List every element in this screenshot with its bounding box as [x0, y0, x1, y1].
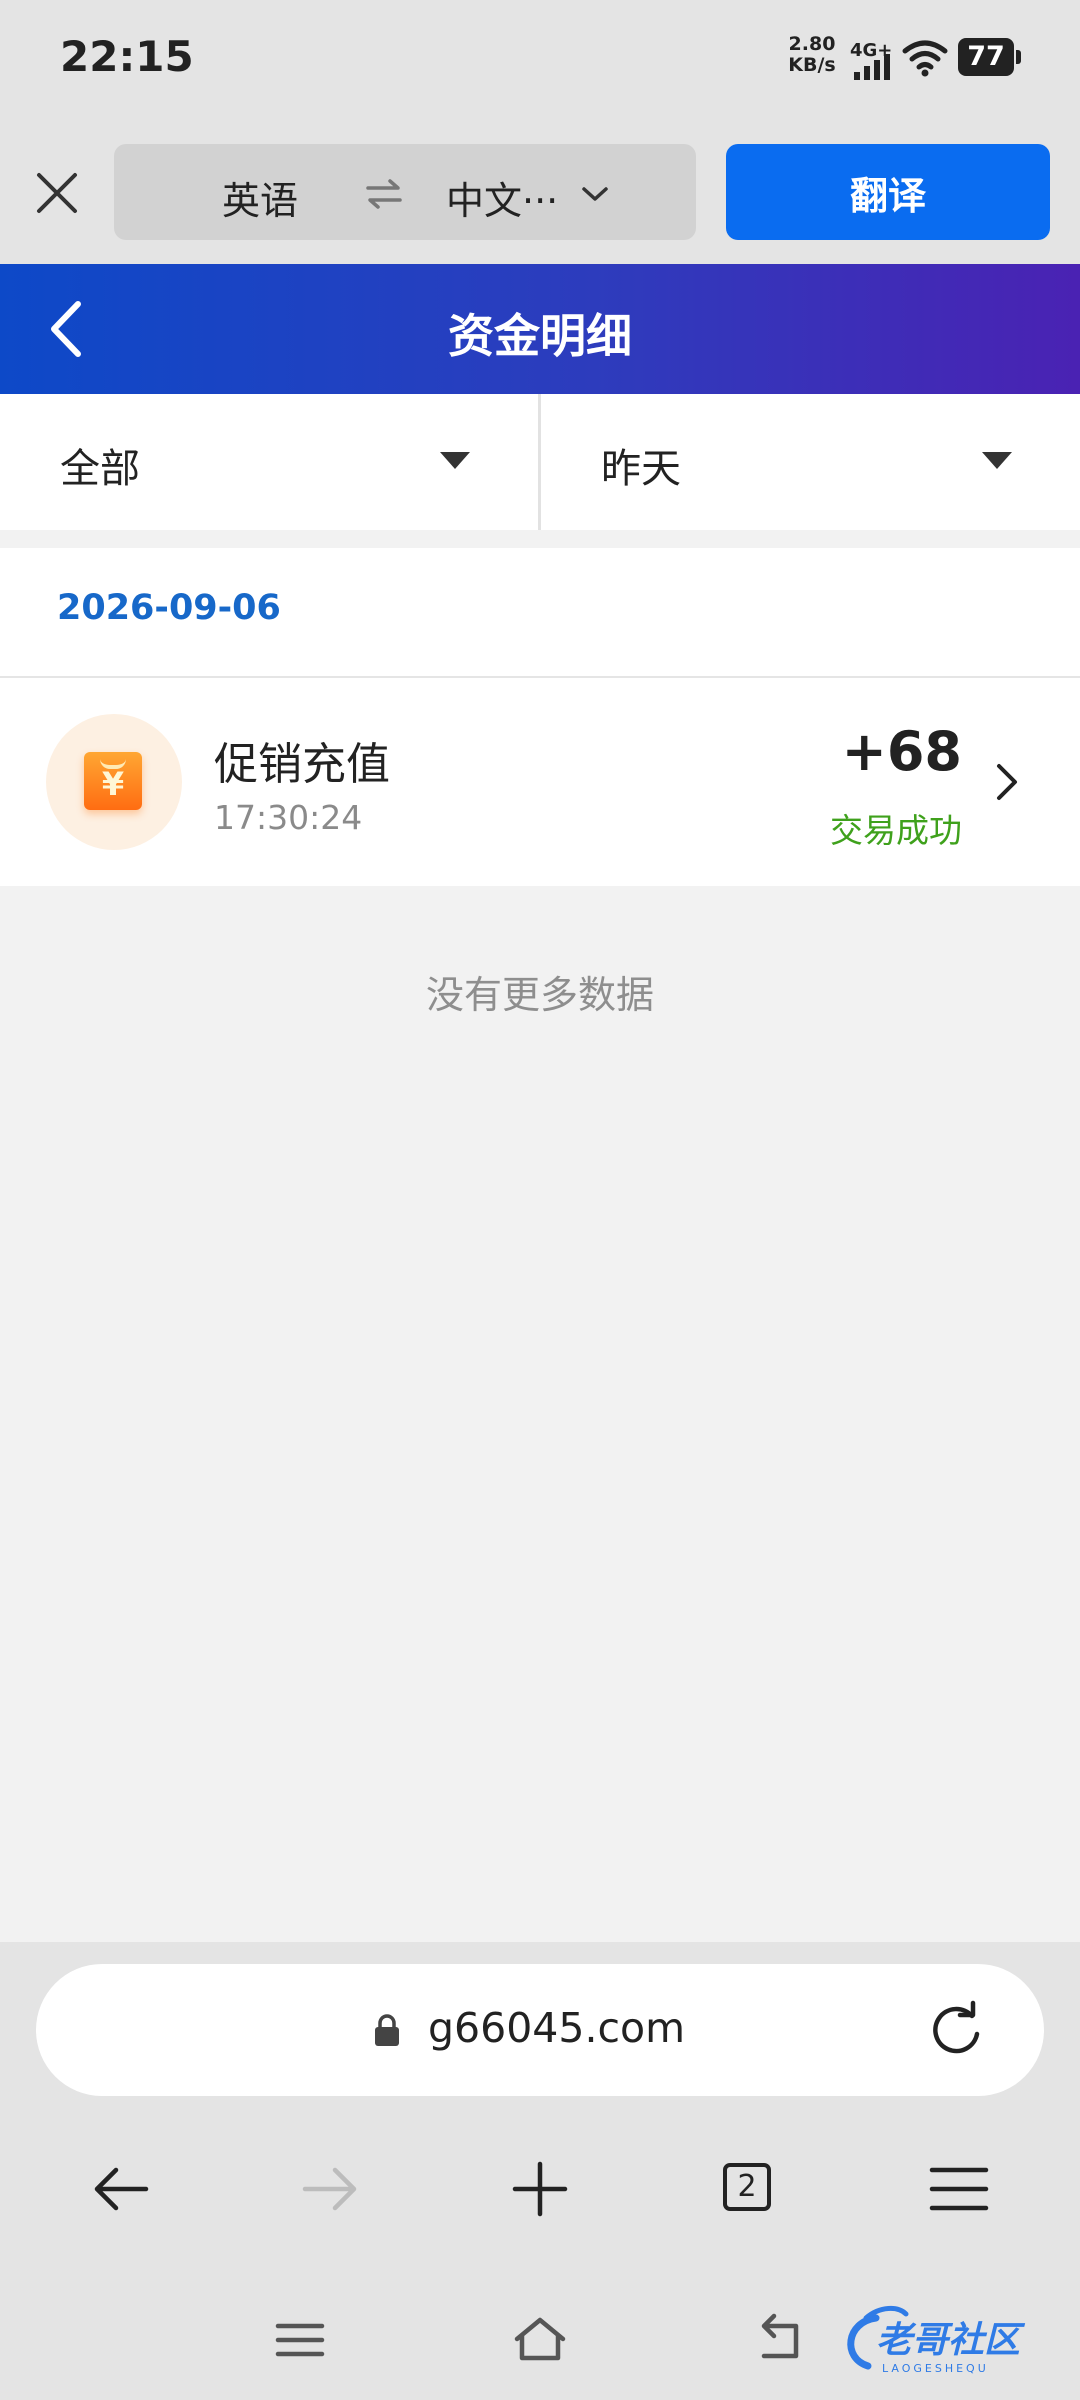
- address-bar[interactable]: g66045.com: [36, 1964, 1044, 2096]
- transaction-status: 交易成功: [830, 811, 962, 850]
- date-filter-dropdown[interactable]: 昨天: [541, 394, 1080, 530]
- svg-text:老哥社区: 老哥社区: [876, 2320, 1026, 2361]
- page-title: 资金明细: [448, 309, 632, 363]
- home-icon[interactable]: [512, 2312, 568, 2368]
- wifi-icon: [902, 40, 948, 77]
- transaction-icon-background: ¥: [46, 714, 182, 850]
- browser-back-icon[interactable]: [86, 2154, 156, 2224]
- filter-bar: 全部 昨天: [0, 394, 1080, 530]
- transaction-time: 17:30:24: [214, 798, 363, 837]
- url-text[interactable]: g66045.com: [428, 2004, 685, 2052]
- transaction-title: 促销充值: [214, 739, 390, 790]
- transaction-list[interactable]: 2026-09-06 ¥ 促销充值 17:30:24 +68 交易成功 没有更多…: [0, 530, 1080, 1942]
- chevron-down-icon[interactable]: [580, 184, 610, 204]
- battery-tip: [1016, 50, 1021, 64]
- browser-forward-icon[interactable]: [295, 2154, 365, 2224]
- network-speed-unit: KB/s: [788, 54, 836, 76]
- target-language[interactable]: 中文···: [446, 170, 558, 225]
- swap-languages-icon[interactable]: [364, 174, 404, 214]
- type-filter-dropdown[interactable]: 全部: [0, 394, 538, 530]
- lock-icon: [375, 2014, 399, 2046]
- network-speed: 2.80 KB/s: [782, 34, 842, 76]
- reload-icon[interactable]: [926, 2000, 986, 2060]
- status-time: 22:15: [60, 32, 194, 81]
- signal-icon: [854, 54, 890, 80]
- date-filter-label: 昨天: [601, 446, 681, 492]
- watermark-logo: 老哥社区 LAOGESHEQU: [836, 2300, 1066, 2380]
- caret-down-icon: [982, 452, 1012, 469]
- battery-level: 77: [958, 38, 1014, 76]
- browser-toolbar: g66045.com 2: [0, 1942, 1080, 2282]
- svg-text:LAOGESHEQU: LAOGESHEQU: [882, 2362, 989, 2375]
- translate-bar: 英语 中文··· 翻译: [0, 120, 1080, 264]
- no-more-data-text: 没有更多数据: [425, 973, 654, 1017]
- type-filter-label: 全部: [60, 446, 140, 492]
- status-bar: 22:15 2.80 KB/s 4G+ 77: [0, 0, 1080, 120]
- language-selector[interactable]: 英语 中文···: [114, 144, 696, 240]
- network-speed-value: 2.80: [788, 33, 836, 55]
- battery-icon: 77: [958, 38, 1022, 78]
- chevron-right-icon[interactable]: [992, 760, 1022, 804]
- date-group-label: 2026-09-06: [57, 588, 281, 628]
- translate-button[interactable]: 翻译: [726, 144, 1050, 240]
- menu-icon[interactable]: [924, 2154, 994, 2224]
- dragon-logo-icon: 老哥社区 LAOGESHEQU: [847, 2306, 1026, 2375]
- page-header: 资金明细: [0, 264, 1080, 394]
- new-tab-icon[interactable]: [505, 2154, 575, 2224]
- caret-down-icon: [440, 452, 470, 469]
- source-language[interactable]: 英语: [222, 170, 298, 225]
- close-icon[interactable]: [28, 164, 86, 222]
- date-group-header: 2026-09-06: [0, 548, 1080, 678]
- transaction-row[interactable]: ¥ 促销充值 17:30:24 +68 交易成功: [0, 678, 1080, 886]
- red-envelope-yen-icon: ¥: [84, 752, 142, 810]
- system-back-icon[interactable]: [752, 2312, 808, 2368]
- recent-apps-icon[interactable]: [272, 2312, 328, 2368]
- system-navigation-bar: 老哥社区 LAOGESHEQU: [0, 2282, 1080, 2400]
- tab-count: 2: [723, 2163, 771, 2211]
- transaction-amount: +68: [841, 720, 962, 783]
- tab-switcher-button[interactable]: 2: [714, 2154, 784, 2224]
- yen-symbol: ¥: [101, 765, 125, 803]
